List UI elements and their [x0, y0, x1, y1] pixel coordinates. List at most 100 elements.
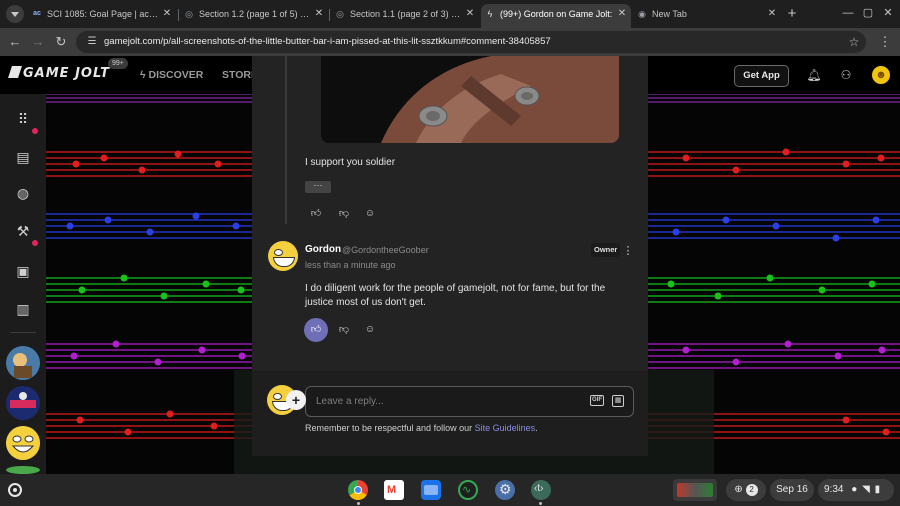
running-indicator: [539, 502, 542, 505]
settings-app-icon[interactable]: ⚙: [495, 480, 515, 500]
reload-button[interactable]: ↻: [52, 33, 70, 51]
gamejolt-logo-mark: [8, 66, 22, 78]
chrome-app-icon[interactable]: [348, 480, 368, 500]
chat-icon[interactable]: ▣: [12, 260, 34, 282]
thumbs-down-icon: 👎︎: [338, 208, 350, 219]
preview-thumbnail-icon: [677, 483, 713, 497]
add-attachment-button[interactable]: +: [286, 390, 306, 410]
community-avatar[interactable]: [6, 426, 40, 460]
globe-icon: ◎: [185, 9, 193, 19]
tab-section-1-1[interactable]: ◎ Section 1.1 (page 2 of 3) | ac ✕: [331, 4, 479, 24]
reply-composer: Leave a reply... GIF ▦ + Remember to be …: [252, 371, 648, 456]
close-icon[interactable]: ✕: [465, 4, 475, 24]
dislike-button[interactable]: 👎︎: [332, 318, 356, 342]
terminal-app-icon[interactable]: ‹t›: [531, 480, 551, 500]
terminal-icon: ‹t›: [534, 483, 544, 494]
close-icon[interactable]: ✕: [617, 4, 627, 24]
add-reaction-button[interactable]: ☺︎: [358, 202, 382, 226]
files-app-icon[interactable]: [421, 480, 441, 500]
arrow-up-icon: ⊕: [734, 484, 743, 495]
community-avatar[interactable]: [6, 466, 40, 474]
community-avatar[interactable]: [6, 346, 40, 380]
close-window-button[interactable]: ✕: [878, 4, 898, 22]
launcher-button[interactable]: [8, 483, 22, 497]
comment-timestamp[interactable]: less than a minute ago: [305, 260, 396, 270]
activity-app-icon[interactable]: ∿: [458, 480, 478, 500]
logo-text: GAME JOLT: [23, 66, 110, 81]
close-icon[interactable]: ✕: [767, 4, 777, 24]
gamejolt-logo[interactable]: GAME JOLT: [8, 66, 110, 81]
dislike-button[interactable]: 👎︎: [332, 202, 356, 226]
reply-input[interactable]: Leave a reply... GIF ▦: [305, 386, 634, 417]
thread-line: [285, 56, 287, 224]
tab-separator: [329, 9, 330, 21]
minimize-button[interactable]: —: [838, 4, 858, 22]
maximize-button[interactable]: ▢: [858, 4, 878, 22]
notification-badge: 99+: [108, 58, 128, 69]
activity-feed-icon[interactable]: ⠿: [12, 108, 34, 130]
comment-author[interactable]: Gordon: [305, 244, 341, 255]
backpack-icon[interactable]: ◍: [12, 182, 34, 204]
like-button-active[interactable]: 👍︎: [304, 318, 328, 342]
reply-placeholder: Leave a reply...: [316, 396, 384, 407]
close-icon[interactable]: ✕: [162, 4, 172, 24]
activity-chart-icon: ∿: [462, 484, 472, 496]
quests-icon[interactable]: ⚒: [12, 220, 34, 242]
new-tab-button[interactable]: +: [785, 5, 799, 23]
more-options-button[interactable]: ···: [305, 181, 331, 193]
comment-image[interactable]: [321, 56, 619, 143]
tab-gamejolt[interactable]: ϟ (99+) Gordon on Game Jolt: ✕: [481, 4, 631, 28]
guidelines-suffix: .: [535, 423, 538, 433]
notifications-bell-icon[interactable]: 🔔︎: [806, 67, 822, 83]
forward-button[interactable]: →: [29, 33, 47, 51]
tab-title: Section 1.1 (page 2 of 3) | ac: [350, 9, 461, 19]
gordon-avatar[interactable]: [268, 241, 298, 271]
site-info-icon[interactable]: ☰: [84, 34, 100, 50]
add-reaction-button[interactable]: ☺︎: [358, 318, 382, 342]
os-shelf: M ∿ ⚙ ‹t› ⊕ 2 Sep 16 9:34 ● ◥ ▮: [0, 474, 900, 506]
sticker-icon[interactable]: ▦: [612, 395, 624, 407]
guidelines-notice: Remember to be respectful and follow our…: [305, 423, 538, 433]
previous-comment-text: I support you soldier: [305, 157, 396, 168]
mic-icon: ●: [851, 484, 858, 495]
gif-icon[interactable]: GIF: [590, 395, 604, 406]
address-bar[interactable]: ☰ gamejolt.com/p/all-screenshots-of-the-…: [76, 31, 866, 53]
status-tray[interactable]: 9:34 ● ◥ ▮: [818, 479, 894, 501]
close-icon[interactable]: ✕: [314, 4, 324, 24]
chrome-center-icon: [354, 486, 362, 494]
user-avatar[interactable]: ☻: [872, 66, 890, 84]
get-app-button[interactable]: Get App: [734, 65, 789, 87]
gamejolt-icon: ϟ: [487, 9, 493, 19]
window-preview[interactable]: [673, 479, 717, 501]
notification-tray[interactable]: ⊕ 2: [726, 479, 766, 501]
bookmark-star-icon[interactable]: ☆: [845, 33, 863, 51]
nav-discover[interactable]: ϟ DISCOVER: [140, 69, 203, 81]
comment-menu-button[interactable]: ⋮: [621, 243, 635, 259]
store-icon[interactable]: ▤: [12, 146, 34, 168]
tab-search-button[interactable]: [6, 5, 24, 23]
thumbs-up-icon: 👍︎: [310, 208, 322, 219]
library-icon[interactable]: ▥: [12, 298, 34, 320]
gamejolt-sidebar: ⠿ ▤ ◍ ⚒ ▣ ▥: [0, 94, 46, 474]
clock: 9:34: [824, 484, 844, 495]
community-image-icon: [6, 386, 40, 420]
owner-badge: Owner: [591, 243, 621, 257]
community-avatar[interactable]: [6, 386, 40, 420]
browser-tab-strip: ac SCI 1085: Goal Page | acecon ✕ ◎ Sect…: [0, 0, 900, 28]
comment-handle[interactable]: @GordontheeGoober: [342, 245, 429, 255]
like-button[interactable]: 👍︎: [304, 202, 328, 226]
back-button[interactable]: ←: [6, 33, 24, 51]
gmail-app-icon[interactable]: M: [384, 480, 404, 500]
tab-sci-1085[interactable]: ac SCI 1085: Goal Page | acecon ✕: [28, 4, 176, 24]
comment-text-line-1: I do diligent work for the people of gam…: [305, 283, 606, 294]
tab-new-tab[interactable]: ◉ New Tab ✕: [633, 4, 781, 24]
date-tray[interactable]: Sep 16: [770, 479, 814, 501]
soldier-image-icon: [321, 56, 619, 143]
chrome-menu-button[interactable]: ⋮: [876, 33, 894, 51]
thumbs-down-icon: 👎︎: [338, 324, 350, 335]
tab-section-1-2[interactable]: ◎ Section 1.2 (page 1 of 5) | ac ✕: [180, 4, 328, 24]
site-guidelines-link[interactable]: Site Guidelines: [475, 423, 536, 433]
wifi-icon: ◥: [862, 484, 870, 495]
friends-icon[interactable]: ⚇: [838, 67, 854, 83]
thumbs-up-icon: 👍︎: [310, 324, 322, 335]
